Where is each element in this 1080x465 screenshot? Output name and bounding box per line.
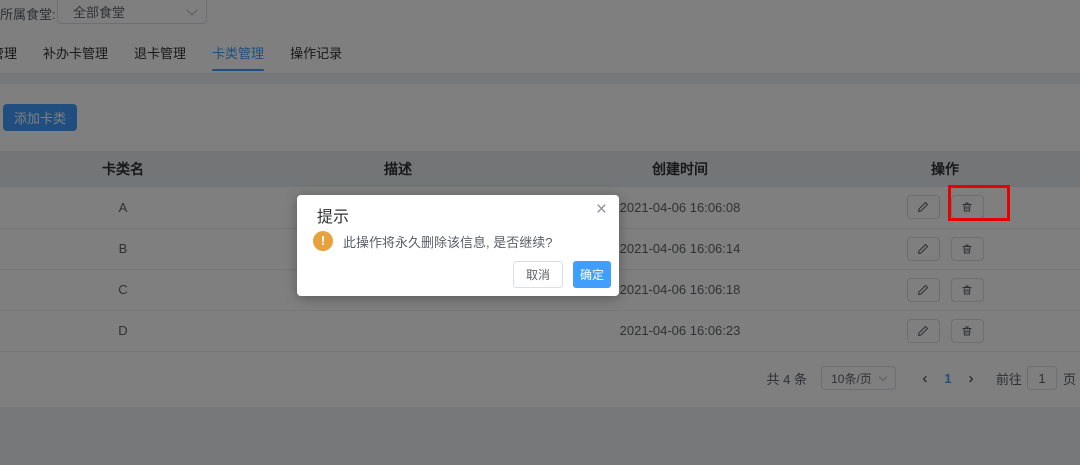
confirm-delete-dialog: 提示 × ! 此操作将永久删除该信息, 是否继续? 取消 确定 xyxy=(297,195,619,296)
confirm-button[interactable]: 确定 xyxy=(573,261,611,288)
close-icon[interactable]: × xyxy=(596,200,607,219)
cancel-button[interactable]: 取消 xyxy=(513,261,563,288)
card-management-screen: 所属食堂: 全部食堂 管理 补办卡管理 退卡管理 卡类管理 xyxy=(0,0,1080,465)
warning-icon: ! xyxy=(313,231,333,251)
dialog-content: ! 此操作将永久删除该信息, 是否继续? xyxy=(313,231,552,251)
dialog-title: 提示 xyxy=(317,209,350,226)
dialog-message: 此操作将永久删除该信息, 是否继续? xyxy=(343,234,553,250)
